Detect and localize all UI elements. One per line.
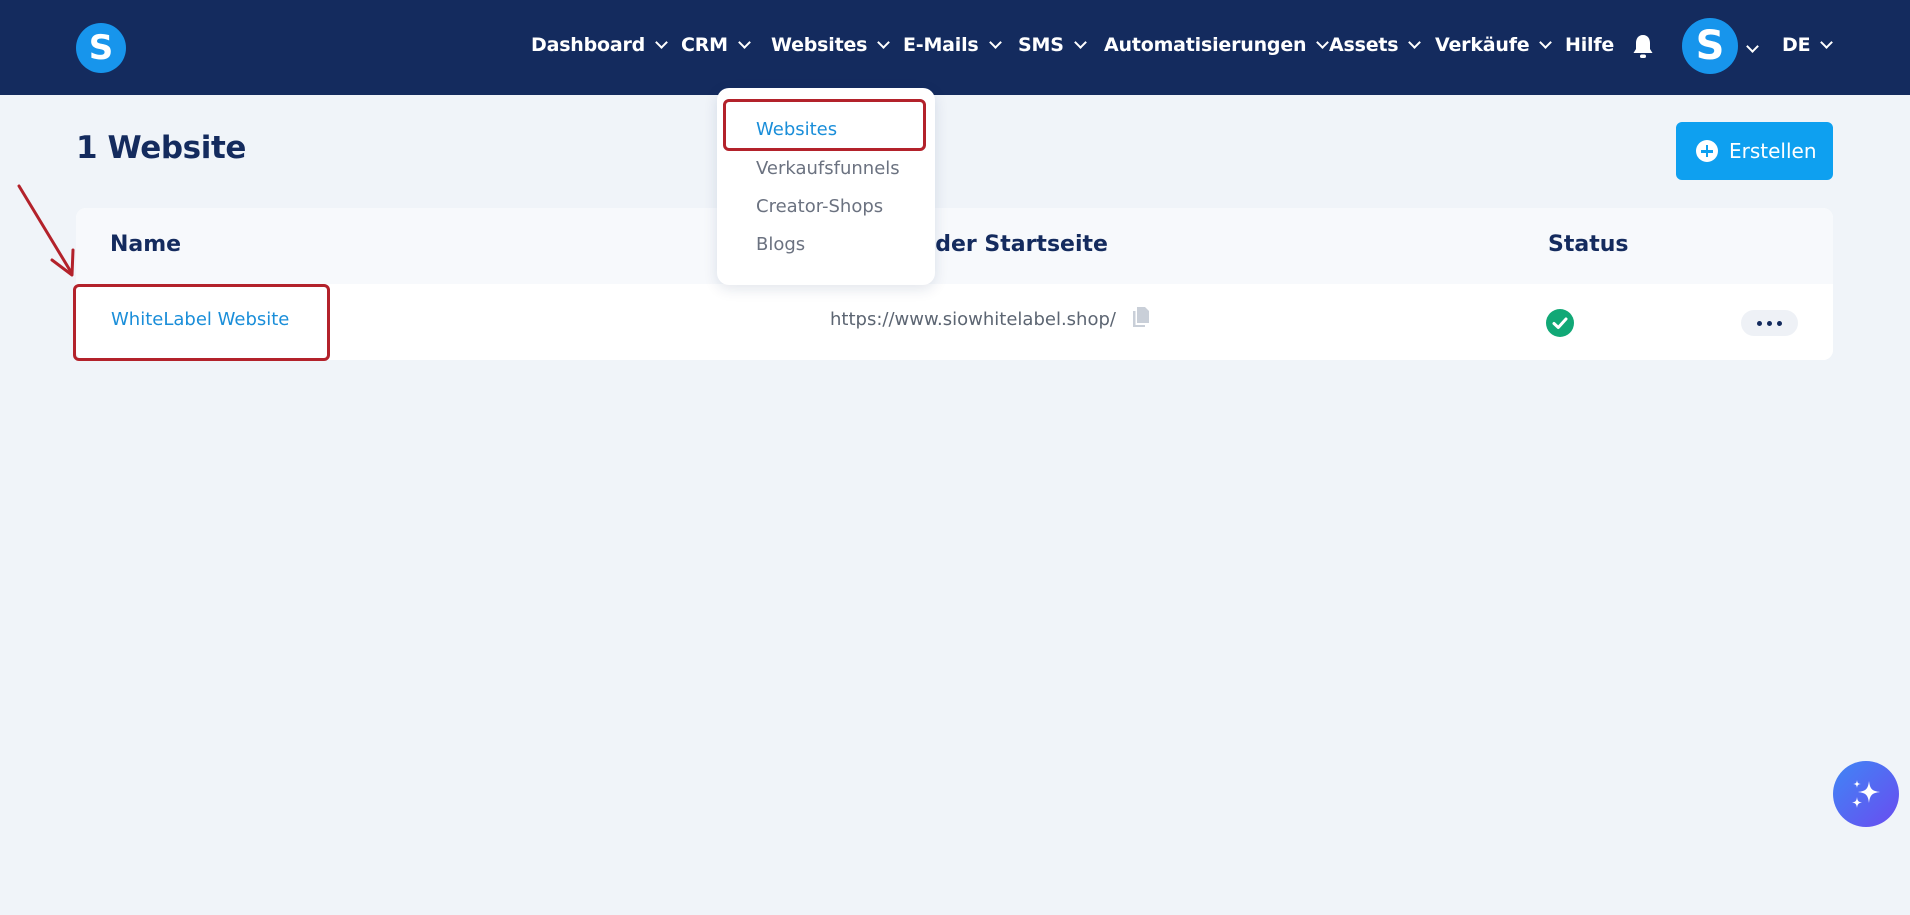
nav-label: Automatisierungen (1104, 34, 1307, 56)
annotation-highlight-dropdown (723, 99, 926, 151)
dropdown-item-blogs[interactable]: Blogs (756, 234, 805, 255)
website-url: https://www.siowhitelabel.shop/ (830, 309, 1116, 330)
dot-icon (1757, 321, 1762, 326)
chevron-down-icon (1408, 36, 1422, 49)
nav-crm[interactable]: CRM (681, 30, 751, 60)
nav-websites[interactable]: Websites (771, 30, 891, 60)
nav-help[interactable]: Hilfe (1565, 30, 1614, 60)
main-nav: Dashboard CRM Websites E-Mails SMS Autom… (0, 0, 1910, 95)
nav-label: E-Mails (903, 34, 979, 56)
nav-label: Assets (1329, 34, 1399, 56)
table-row: WhiteLabel Website https://www.siowhitel… (76, 284, 1833, 360)
nav-label: Hilfe (1565, 34, 1615, 56)
chevron-down-icon (1316, 36, 1330, 49)
language-selector[interactable]: DE (1782, 30, 1834, 60)
column-header-name: Name (110, 232, 182, 257)
bell-icon[interactable] (1632, 33, 1654, 59)
chevron-down-icon (877, 36, 891, 49)
avatar-menu-toggle[interactable] (1746, 34, 1759, 64)
create-button[interactable]: Erstellen (1676, 122, 1833, 180)
sparkles-icon (1852, 780, 1880, 808)
nav-label: Websites (771, 34, 868, 56)
user-avatar[interactable]: S (1682, 18, 1738, 74)
check-circle-icon (1546, 309, 1574, 337)
nav-assets[interactable]: Assets (1329, 30, 1422, 60)
chevron-down-icon (1820, 36, 1834, 49)
chevron-down-icon (1746, 40, 1759, 53)
nav-label: Verkäufe (1435, 34, 1530, 56)
column-header-url: l der Startseite (920, 232, 1108, 257)
row-actions-button[interactable] (1741, 310, 1798, 336)
chevron-down-icon (1073, 36, 1087, 49)
websites-table: Name l der Startseite Status WhiteLabel … (76, 208, 1833, 360)
dot-icon (1777, 321, 1782, 326)
top-navigation-bar: S Dashboard CRM Websites E-Mails SMS Aut… (0, 0, 1910, 95)
nav-label: Dashboard (531, 34, 646, 56)
nav-emails[interactable]: E-Mails (903, 30, 1002, 60)
nav-sales[interactable]: Verkäufe (1435, 30, 1553, 60)
nav-dashboard[interactable]: Dashboard (531, 30, 668, 60)
nav-label: CRM (681, 34, 728, 56)
ai-assistant-button[interactable] (1833, 761, 1899, 827)
copy-icon[interactable] (1132, 306, 1150, 328)
dropdown-item-sales-funnels[interactable]: Verkaufsfunnels (756, 158, 900, 179)
annotation-arrow-icon (17, 184, 75, 277)
checkmark-icon (1552, 317, 1568, 329)
table-header: Name l der Startseite Status (76, 208, 1833, 284)
create-button-label: Erstellen (1729, 139, 1817, 163)
dropdown-item-creator-shops[interactable]: Creator-Shops (756, 196, 883, 217)
nav-automations[interactable]: Automatisierungen (1104, 30, 1330, 60)
chevron-down-icon (738, 36, 751, 49)
chevron-down-icon (988, 36, 1002, 49)
chevron-down-icon (655, 36, 668, 49)
dot-icon (1767, 321, 1772, 326)
nav-label: SMS (1018, 34, 1064, 56)
plus-circle-icon (1696, 140, 1718, 162)
chevron-down-icon (1539, 36, 1553, 49)
column-header-status: Status (1548, 232, 1629, 257)
nav-sms[interactable]: SMS (1018, 30, 1087, 60)
language-label: DE (1782, 34, 1811, 56)
